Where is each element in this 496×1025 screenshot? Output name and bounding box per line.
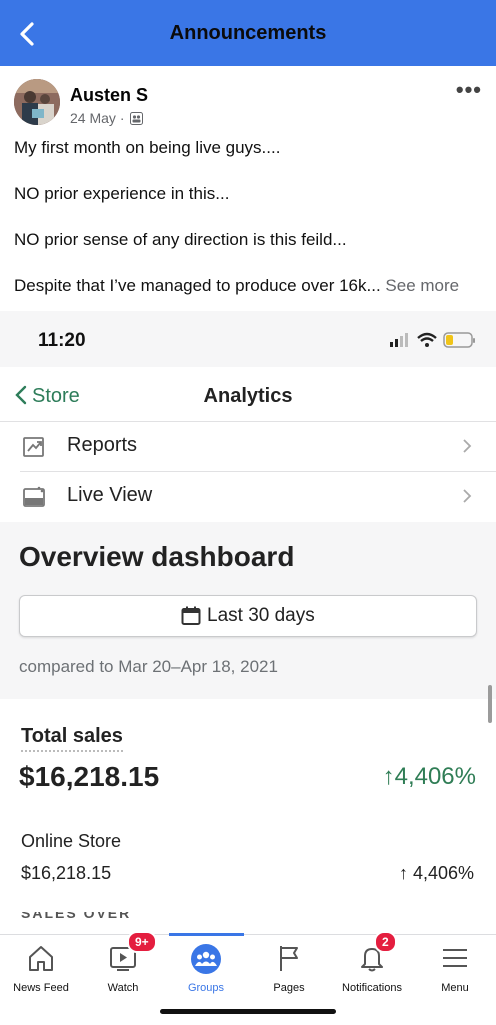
online-store-value: $16,218.15 [21, 863, 112, 883]
chevron-right-icon [462, 438, 472, 459]
tab-label: Watch [107, 982, 139, 994]
tab-watch[interactable]: 9+ Watch [82, 931, 164, 1001]
online-store-change: ↑ 4,406% [398, 863, 474, 883]
tab-label: Pages [273, 982, 305, 994]
tab-notifications[interactable]: 2 Notifications [330, 931, 414, 1001]
top-bar: Announcements [0, 0, 496, 66]
tab-label: News Feed [13, 982, 69, 994]
comparison-period: compared to Mar 20–Apr 18, 2021 [19, 657, 278, 676]
tab-label: Notifications [342, 982, 402, 994]
tab-news-feed[interactable]: News Feed [0, 935, 82, 1001]
total-sales-label: Total sales [21, 725, 123, 752]
status-time: 11:20 [38, 330, 86, 351]
post-author[interactable]: Austen S [70, 85, 148, 106]
tab-label: Menu [441, 982, 469, 994]
total-sales-card[interactable]: Total sales $16,218.15 ↑4,406% Online St… [0, 699, 496, 934]
calendar-icon [181, 606, 201, 631]
post-line: NO prior experience in this... [14, 184, 230, 203]
post-meta: 24 May · [70, 110, 144, 128]
sales-over-time-heading: SALES OVER TIME [21, 912, 141, 922]
meta-separator: · [119, 110, 125, 126]
total-sales-value: $16,218.15 [19, 761, 160, 792]
menu-row-label: Reports [67, 434, 138, 456]
groups-icon [190, 943, 222, 980]
tab-pages[interactable]: Pages [248, 935, 330, 1001]
date-range-button[interactable]: Last 30 days [19, 595, 477, 637]
tab-label: Groups [187, 982, 225, 994]
tab-groups[interactable]: Groups [165, 935, 247, 1001]
notifications-badge: 2 [374, 931, 397, 953]
post-line: Despite that I’ve managed to produce ove… [14, 275, 484, 297]
total-sales-change: ↑4,406% [382, 763, 476, 790]
see-more-link[interactable]: See more [385, 276, 459, 295]
menu-icon [440, 943, 470, 978]
date-range-label: Last 30 days [207, 605, 315, 626]
post-line: My first month on being live guys.... [14, 138, 281, 157]
home-icon [26, 943, 56, 978]
flag-icon [274, 943, 304, 978]
post-line-text: Despite that I’ve managed to produce ove… [14, 276, 381, 295]
overview-title: Overview dashboard [19, 541, 295, 572]
tab-menu[interactable]: Menu [414, 935, 496, 1001]
post-date[interactable]: 24 May [70, 110, 116, 126]
live-view-icon [22, 485, 46, 514]
reports-icon [22, 435, 46, 464]
status-icons [390, 331, 476, 354]
post-header: Austen S 24 May · ••• [14, 79, 482, 127]
home-indicator[interactable] [160, 1009, 336, 1014]
cut-off-heading-text: SALES OVER TIME [21, 912, 132, 922]
menu-row-reports[interactable]: Reports [0, 422, 496, 471]
post-body: My first month on being live guys.... NO… [14, 137, 484, 321]
menu-row-label: Live View [67, 484, 153, 506]
online-store-label: Online Store [21, 831, 122, 851]
chevron-right-icon [462, 488, 472, 509]
watch-badge: 9+ [127, 931, 157, 953]
post-image[interactable]: 11:20 Store Analytics Reports Live View … [0, 311, 496, 934]
menu-row-live-view[interactable]: Live View [0, 472, 496, 521]
more-options-icon[interactable]: ••• [456, 79, 482, 101]
post-line: NO prior sense of any direction is this … [14, 230, 347, 249]
page-title: Announcements [169, 22, 327, 44]
scrollbar[interactable] [488, 685, 492, 723]
group-audience-icon [130, 112, 144, 128]
analytics-title: Analytics [203, 385, 293, 407]
avatar[interactable] [14, 79, 60, 125]
